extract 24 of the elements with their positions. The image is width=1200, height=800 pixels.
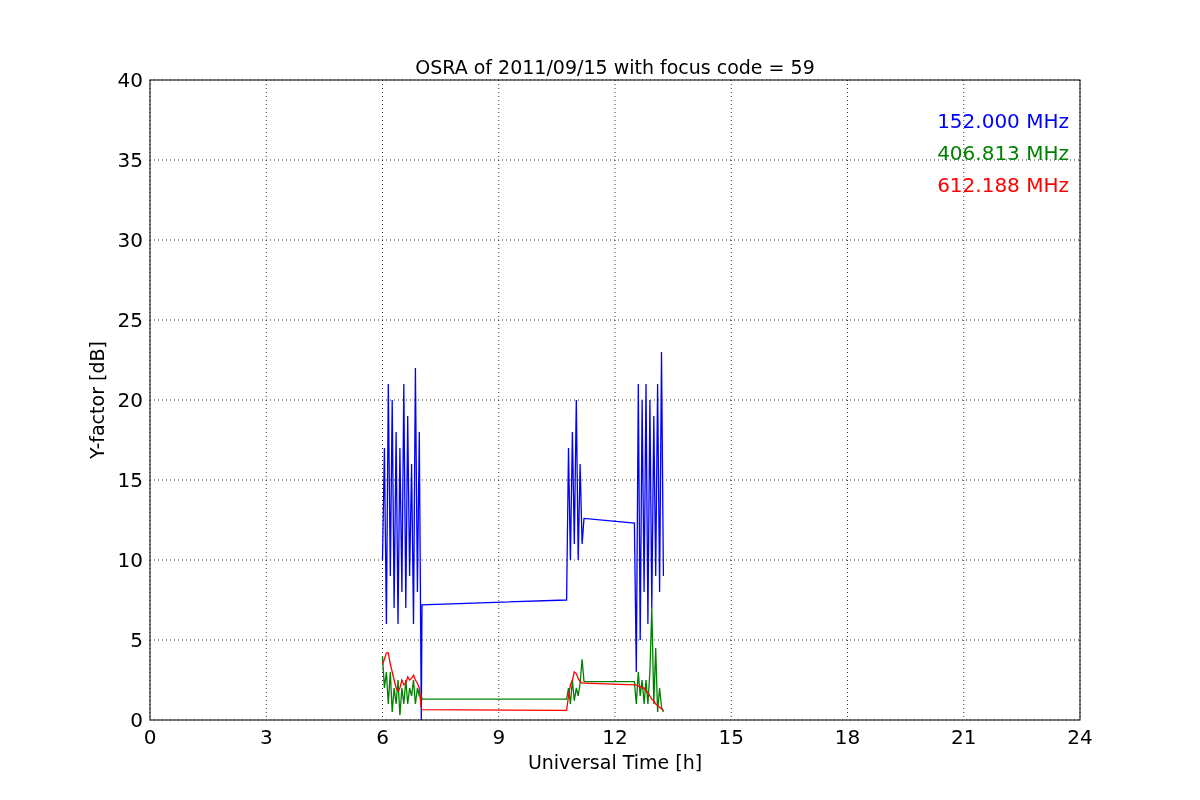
y-tick-label: 10 <box>117 548 143 572</box>
x-tick-label: 3 <box>259 725 273 749</box>
legend-label: 406.813 MHz <box>937 141 1069 165</box>
x-tick-label: 15 <box>718 725 744 749</box>
chart-title: OSRA of 2011/09/15 with focus code = 59 <box>415 56 815 78</box>
legend-label: 612.188 MHz <box>937 173 1069 197</box>
y-tick-label: 25 <box>117 308 143 332</box>
y-tick-label: 15 <box>117 468 143 492</box>
x-axis-label: Universal Time [h] <box>527 751 703 773</box>
x-tick-label: 0 <box>143 725 157 749</box>
x-tick-label: 12 <box>602 725 628 749</box>
y-tick-label: 5 <box>130 628 143 652</box>
y-tick-label: 20 <box>117 388 143 412</box>
y-tick-label: 30 <box>117 228 143 252</box>
y-axis-label: Y-factor [dB] <box>86 341 108 459</box>
y-tick-label: 40 <box>117 68 143 92</box>
x-tick-label: 21 <box>951 725 977 749</box>
y-tick-label: 0 <box>130 708 143 732</box>
x-tick-label: 9 <box>492 725 506 749</box>
x-tick-label: 18 <box>834 725 861 749</box>
y-tick-label: 35 <box>117 148 143 172</box>
legend-label: 152.000 MHz <box>937 109 1069 133</box>
x-tick-label: 6 <box>376 725 389 749</box>
x-tick-label: 24 <box>1067 725 1093 749</box>
